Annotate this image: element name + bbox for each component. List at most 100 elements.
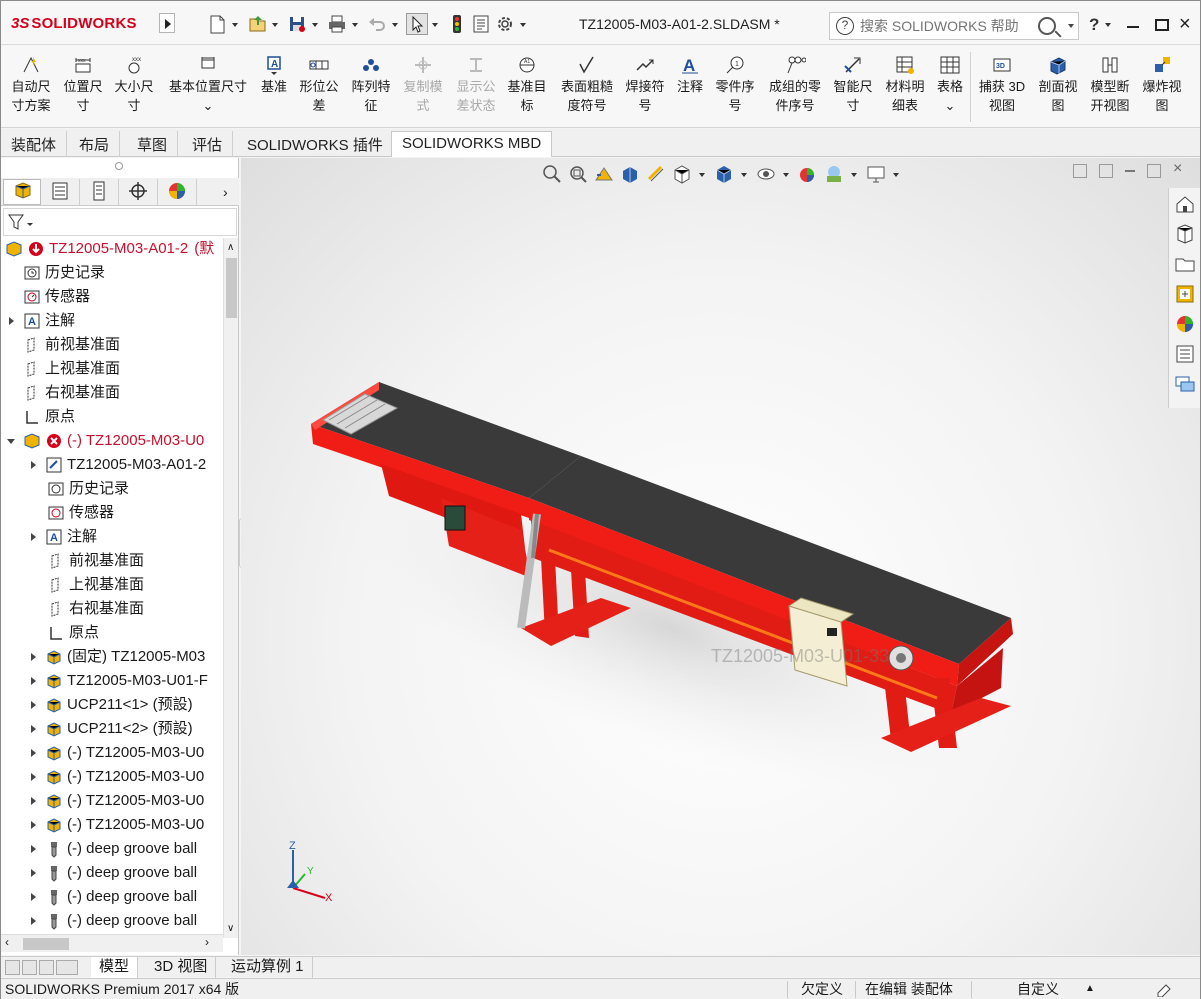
scroll-right-icon[interactable]: › <box>205 935 209 949</box>
tree-item-subassembly[interactable]: (-) TZ12005-M03-U0 <box>5 430 204 452</box>
expand-arrow-icon[interactable] <box>27 838 41 860</box>
help-dropdown-icon[interactable] <box>1105 23 1111 27</box>
menu-expand-arrow[interactable] <box>159 13 175 33</box>
capture-3d-view-button[interactable]: 3D 捕获 3D 视图 <box>974 54 1030 115</box>
panel-grip-icon[interactable] <box>115 162 123 170</box>
size-dimension-button[interactable]: xxx 大小尺 寸 <box>109 54 159 115</box>
expand-arrow-icon[interactable] <box>27 694 41 716</box>
show-tolerance-status-button[interactable]: 显示公 差状态 <box>451 54 501 115</box>
tree-item[interactable]: 上视基准面 <box>23 358 120 380</box>
tab-next-icon[interactable] <box>39 960 54 975</box>
tabs-scroll-right-icon[interactable]: › <box>223 184 228 200</box>
print-icon[interactable] <box>326 13 348 35</box>
options-dropdown[interactable] <box>518 13 528 35</box>
expand-arrow-icon[interactable] <box>27 814 41 836</box>
tab-previous-icon[interactable] <box>22 960 37 975</box>
expand-arrow-icon[interactable] <box>27 526 41 548</box>
tab-assembly[interactable]: 装配体 <box>1 131 68 157</box>
expand-arrow-icon[interactable] <box>27 670 41 692</box>
datum-target-button[interactable]: A1 基准目 标 <box>504 54 550 115</box>
scroll-left-icon[interactable]: ‹ <box>5 935 9 949</box>
tree-root-assembly[interactable]: TZ12005-M03-A01-2 (默 <box>5 238 214 260</box>
help-search-box[interactable]: ? <box>829 12 1079 40</box>
solidworks-logo[interactable]: 3S SOLIDWORKS <box>11 12 137 34</box>
tree-item[interactable]: 右视基准面 <box>23 382 120 404</box>
print-dropdown[interactable] <box>350 13 360 35</box>
file-properties-icon[interactable] <box>470 13 492 35</box>
tab-sketch[interactable]: 草图 <box>127 131 179 157</box>
tree-item[interactable]: A 注解 <box>27 526 97 548</box>
property-manager-tab[interactable] <box>42 179 80 205</box>
bill-of-materials-button[interactable]: 材料明 细表 <box>881 54 929 115</box>
tree-item[interactable]: 历史记录 <box>23 262 105 284</box>
geometric-tolerance-button[interactable]: 形位公 差 <box>296 54 342 115</box>
new-dropdown[interactable] <box>230 13 240 35</box>
ribbon-dropdown-icon[interactable]: ⌄ <box>945 98 956 113</box>
options-gear-icon[interactable] <box>494 13 516 35</box>
tab-model[interactable]: 模型 <box>91 957 139 978</box>
help-button[interactable]: ? <box>1089 15 1099 35</box>
exploded-view-button[interactable]: 爆炸视 图 <box>1138 54 1186 115</box>
dimxpert-manager-tab[interactable] <box>120 179 158 205</box>
basic-location-dimension-button[interactable]: 基本位置尺寸 ⌄ <box>163 54 253 115</box>
units-custom-selector[interactable]: 自定义 <box>1017 979 1059 999</box>
tree-item[interactable]: (-) deep groove ball <box>27 862 197 884</box>
tab-evaluate[interactable]: 评估 <box>182 131 234 157</box>
rebuild-quick-tip-icon[interactable] <box>1155 981 1173 999</box>
tree-item[interactable]: (-) TZ12005-M03-U0 <box>27 790 204 812</box>
tree-item[interactable]: 传感器 <box>23 286 90 308</box>
tab-first-icon[interactable] <box>5 960 20 975</box>
tree-filter-bar[interactable] <box>3 208 237 236</box>
scrollbar-thumb[interactable] <box>226 258 237 318</box>
help-search-input[interactable] <box>860 18 1030 34</box>
tree-item[interactable]: UCP211<1> (预設) <box>27 694 193 716</box>
tree-item[interactable]: 原点 <box>23 406 75 428</box>
undo-dropdown[interactable] <box>390 13 400 35</box>
balloon-button[interactable]: 1 零件序 号 <box>711 54 759 115</box>
expand-arrow-icon[interactable] <box>27 886 41 908</box>
copy-scheme-button[interactable]: 复制模 式 <box>399 54 447 115</box>
scroll-down-icon[interactable]: ∨ <box>227 923 234 934</box>
expand-arrow-icon[interactable] <box>27 862 41 884</box>
surface-finish-button[interactable]: 表面粗糙 度符号 <box>555 54 619 115</box>
tree-horizontal-scrollbar[interactable]: ‹ › <box>1 934 223 952</box>
location-dimension-button[interactable]: xxx 位置尺 寸 <box>59 54 107 115</box>
expand-arrow-icon[interactable] <box>5 310 19 332</box>
datum-button[interactable]: A 基准 <box>257 54 291 96</box>
maximize-icon[interactable] <box>1155 19 1169 31</box>
tree-item[interactable]: 前视基准面 <box>23 334 120 356</box>
table-button[interactable]: 表格 ⌄ <box>933 54 967 115</box>
tree-item[interactable]: 上视基准面 <box>47 574 144 596</box>
tree-item[interactable]: (-) TZ12005-M03-U0 <box>27 766 204 788</box>
smart-dimension-button[interactable]: 智能尺 寸 <box>829 54 877 115</box>
tree-item[interactable]: A 注解 <box>5 310 75 332</box>
expand-arrow-icon[interactable] <box>27 910 41 932</box>
close-icon[interactable]: × <box>1179 13 1191 36</box>
scrollbar-thumb[interactable] <box>23 938 69 950</box>
search-icon[interactable] <box>1038 17 1056 35</box>
tree-item[interactable]: (-) deep groove ball <box>27 886 197 908</box>
tree-item[interactable]: TZ12005-M03-A01-2 <box>27 454 206 476</box>
conveyor-model-3d[interactable] <box>241 158 1200 955</box>
tab-layout[interactable]: 布局 <box>69 131 121 157</box>
expand-arrow-icon[interactable] <box>27 454 41 476</box>
expand-arrow-icon[interactable] <box>27 790 41 812</box>
tree-vertical-scrollbar[interactable]: ∧ ∨ <box>223 238 238 938</box>
expand-arrow-icon[interactable] <box>27 742 41 764</box>
tree-item[interactable]: 前视基准面 <box>47 550 144 572</box>
tab-3d-views[interactable]: 3D 视图 <box>146 957 217 978</box>
auto-dimension-scheme-button[interactable]: 自动尺 寸方案 <box>7 54 55 115</box>
save-dropdown[interactable] <box>310 13 320 35</box>
tab-motion-study-1[interactable]: 运动算例 1 <box>223 957 313 978</box>
tree-item[interactable]: 右视基准面 <box>47 598 144 620</box>
search-dropdown-icon[interactable] <box>1068 24 1074 28</box>
collapse-arrow-icon[interactable] <box>5 430 19 452</box>
broken-out-view-button[interactable]: 模型断 开视图 <box>1086 54 1134 115</box>
tree-item[interactable]: (固定) TZ12005-M03 <box>27 646 205 668</box>
tab-solidworks-mbd[interactable]: SOLIDWORKS MBD <box>391 131 553 157</box>
tab-solidworks-addins[interactable]: SOLIDWORKS 插件 <box>237 131 394 157</box>
expand-arrow-icon[interactable] <box>27 646 41 668</box>
graphics-area[interactable]: × TZ12005-M03-U01-33 Z Y X <box>241 158 1200 955</box>
tree-item[interactable]: 历史记录 <box>47 478 129 500</box>
scroll-up-icon[interactable]: ∧ <box>227 242 234 253</box>
